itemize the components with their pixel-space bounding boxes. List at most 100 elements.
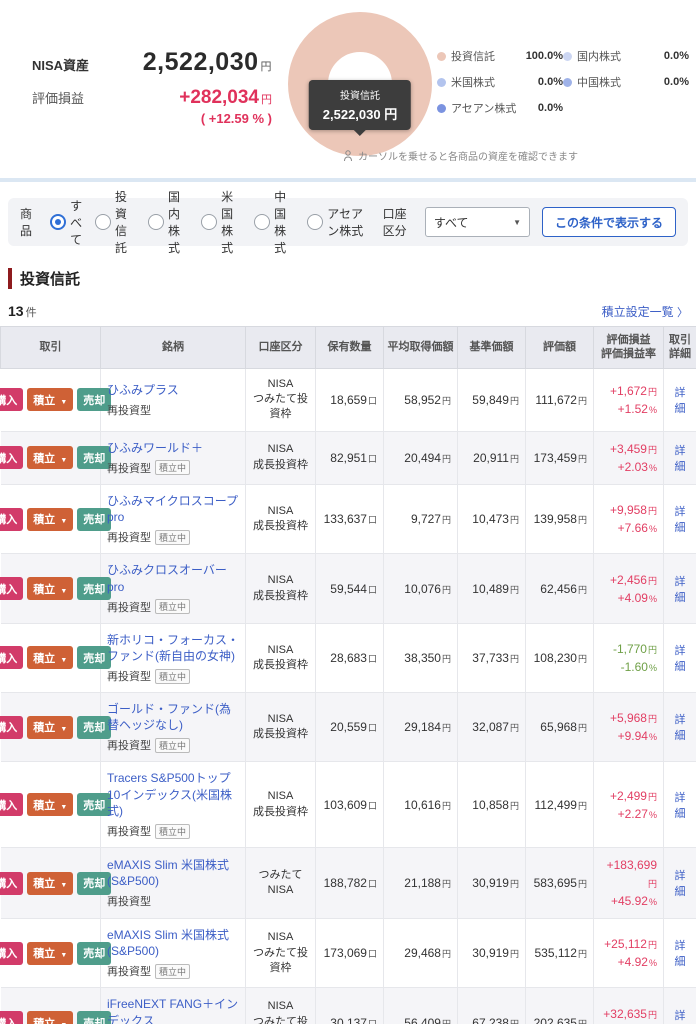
quantity-cell: 173,069口	[315, 918, 384, 989]
tooltip-label: 投資信託	[339, 91, 380, 102]
chevron-down-icon: ▼	[60, 803, 68, 811]
account-type-cell: NISA 成長投資枠	[245, 622, 316, 694]
quantity-cell: 18,659口	[315, 367, 384, 432]
radio-icon[interactable]	[50, 214, 67, 230]
donut-hint-text: カーソルを乗せると各商品の資産を確認できます	[358, 152, 578, 163]
radio-icon[interactable]	[201, 214, 218, 230]
fund-type-label: 再投資型	[107, 896, 151, 909]
value-cell: 139,958円	[525, 483, 594, 555]
legend-dot-icon	[563, 51, 572, 61]
product-radio-すべて[interactable]: すべて	[50, 197, 84, 248]
radio-label: 投資信託	[114, 190, 127, 255]
accumulate-button[interactable]: 積立 ▼	[27, 646, 74, 670]
fund-name-link[interactable]: iFreeNEXT FANG＋インデックス	[107, 996, 239, 1024]
product-radio-中国株式[interactable]: 中国株式	[254, 188, 296, 256]
radio-icon[interactable]	[94, 214, 111, 230]
holdings-table: 取引 銘柄 口座区分 保有数量 平均取得価額 基準価額 評価額 評価損益 評価損益率 取引 詳細 購…	[0, 326, 696, 1024]
accumulate-button[interactable]: 積立 ▼	[27, 507, 74, 531]
detail-link[interactable]: 詳細	[675, 576, 686, 604]
nav-cell: 30,919円	[457, 847, 526, 920]
table-row: 購入 積立 ▼ 売却 Tracers S&P500トップ10インデックス(米国株式) 再…	[0, 761, 696, 849]
product-radio-アセアン株式[interactable]: アセアン株式	[307, 205, 363, 239]
accumulate-button[interactable]: 積立 ▼	[27, 793, 74, 817]
detail-link[interactable]: 詳細	[675, 792, 686, 820]
avg-cost-cell: 21,188円	[383, 847, 458, 920]
apply-filter-button[interactable]: この条件で表示する	[541, 207, 676, 237]
buy-button[interactable]: 購入	[0, 577, 24, 601]
radio-label: アセアン株式	[327, 207, 364, 238]
accumulate-button[interactable]: 積立 ▼	[27, 577, 74, 601]
detail-link[interactable]: 詳細	[675, 714, 686, 742]
fund-name-link[interactable]: eMAXIS Slim 米国株式(S&P500)	[107, 927, 239, 959]
fund-name-link[interactable]: ひふみワールド＋	[107, 440, 239, 456]
radio-icon[interactable]	[307, 214, 324, 230]
fund-type-label: 再投資型	[107, 532, 151, 545]
accumulation-settings-link[interactable]: 積立設定一覧 〉	[602, 303, 688, 320]
detail-link[interactable]: 詳細	[675, 645, 686, 673]
nav-cell: 32,087円	[457, 692, 526, 763]
chevron-down-icon: ▼	[60, 656, 68, 664]
avg-cost-cell: 38,350円	[383, 622, 458, 694]
pl-cell: +5,968円 +9.94%	[593, 692, 664, 763]
buy-button[interactable]: 購入	[0, 507, 24, 531]
account-type-label: 口座区分	[382, 207, 407, 238]
accumulate-button[interactable]: 積立 ▼	[27, 1011, 74, 1024]
chevron-right-icon: 〉	[677, 307, 688, 319]
fund-name-link[interactable]: Tracers S&P500トップ10インデックス(米国株式)	[107, 770, 239, 819]
fund-name-link[interactable]: ひふみマイクロスコープpro	[107, 493, 239, 525]
fund-name-link[interactable]: ひふみプラス	[107, 382, 239, 398]
detail-link[interactable]: 詳細	[675, 506, 686, 534]
accumulate-button[interactable]: 積立 ▼	[27, 446, 74, 470]
legend-dot-icon	[563, 77, 572, 87]
fund-type-label: 再投資型	[107, 671, 151, 684]
detail-link[interactable]: 詳細	[675, 870, 686, 898]
accumulate-button[interactable]: 積立 ▼	[27, 388, 74, 412]
product-radio-投資信託[interactable]: 投資信託	[94, 188, 137, 256]
column-header: 取引	[0, 326, 101, 369]
buy-button[interactable]: 購入	[0, 646, 24, 670]
table-row: 購入 積立 ▼ 売却 eMAXIS Slim 米国株式(S&P500) 再投資型 つみたて…	[0, 847, 696, 920]
radio-icon[interactable]	[148, 214, 164, 230]
account-type-cell: NISA 成長投資枠	[245, 483, 316, 555]
buy-button[interactable]: 購入	[0, 388, 24, 412]
legend-value: 0.0%	[663, 76, 689, 88]
buy-button[interactable]: 購入	[0, 715, 24, 739]
legend-dot-icon	[437, 51, 446, 61]
section-divider	[0, 178, 696, 182]
donut-hint: カーソルを乗せると各商品の資産を確認できます	[342, 148, 578, 163]
product-radio-国内株式[interactable]: 国内株式	[148, 188, 190, 256]
detail-link[interactable]: 詳細	[675, 387, 686, 415]
radio-icon[interactable]	[254, 214, 271, 230]
fund-name-link[interactable]: eMAXIS Slim 米国株式(S&P500)	[107, 857, 239, 889]
value-cell: 108,230円	[525, 622, 594, 694]
detail-link[interactable]: 詳細	[675, 1010, 686, 1024]
buy-button[interactable]: 購入	[0, 871, 24, 895]
chevron-down-icon: ▼	[60, 456, 68, 464]
buy-button[interactable]: 購入	[0, 793, 24, 817]
quantity-cell: 103,609口	[315, 761, 384, 849]
detail-link[interactable]: 詳細	[675, 445, 686, 473]
avg-cost-cell: 29,468円	[383, 918, 458, 989]
accumulate-button[interactable]: 積立 ▼	[27, 941, 74, 965]
accumulate-button[interactable]: 積立 ▼	[27, 715, 74, 739]
legend-label: 米国株式	[451, 77, 495, 89]
asset-allocation-donut[interactable]: 投資信託 2,522,030 円	[288, 12, 432, 156]
accumulating-badge: 積立中	[155, 737, 191, 753]
buy-button[interactable]: 購入	[0, 446, 24, 470]
buy-button[interactable]: 購入	[0, 941, 24, 965]
detail-link[interactable]: 詳細	[675, 940, 686, 968]
fund-name-link[interactable]: 新ホリコ・フォーカス・ファンド(新自由の女神)	[107, 632, 239, 664]
value-cell: 112,499円	[525, 761, 594, 849]
buy-button[interactable]: 購入	[0, 1011, 24, 1024]
account-type-select[interactable]: すべて ▼	[424, 207, 530, 237]
summary-values: NISA資産 2,522,030 円 評価損益 +282,034 円 ( +12.5…	[32, 48, 272, 136]
product-radio-米国株式[interactable]: 米国株式	[201, 188, 243, 256]
fund-name-link[interactable]: ゴールド・ファンド(為替ヘッジなし)	[107, 701, 239, 733]
accumulate-button[interactable]: 積立 ▼	[27, 871, 74, 895]
table-row: 購入積立 ▼売却iFreeNEXT FANG＋インデックス再投資型積立中NISA…	[0, 987, 696, 1024]
nisa-portfolio-page: NISA資産 2,522,030 円 評価損益 +282,034 円 ( +12.5…	[0, 0, 696, 1024]
chevron-down-icon: ▼	[60, 882, 68, 890]
fund-name-link[interactable]: ひふみクロスオーバーpro	[107, 562, 239, 594]
account-type-cell: NISA 成長投資枠	[245, 761, 316, 849]
radio-label: すべて	[70, 198, 83, 247]
